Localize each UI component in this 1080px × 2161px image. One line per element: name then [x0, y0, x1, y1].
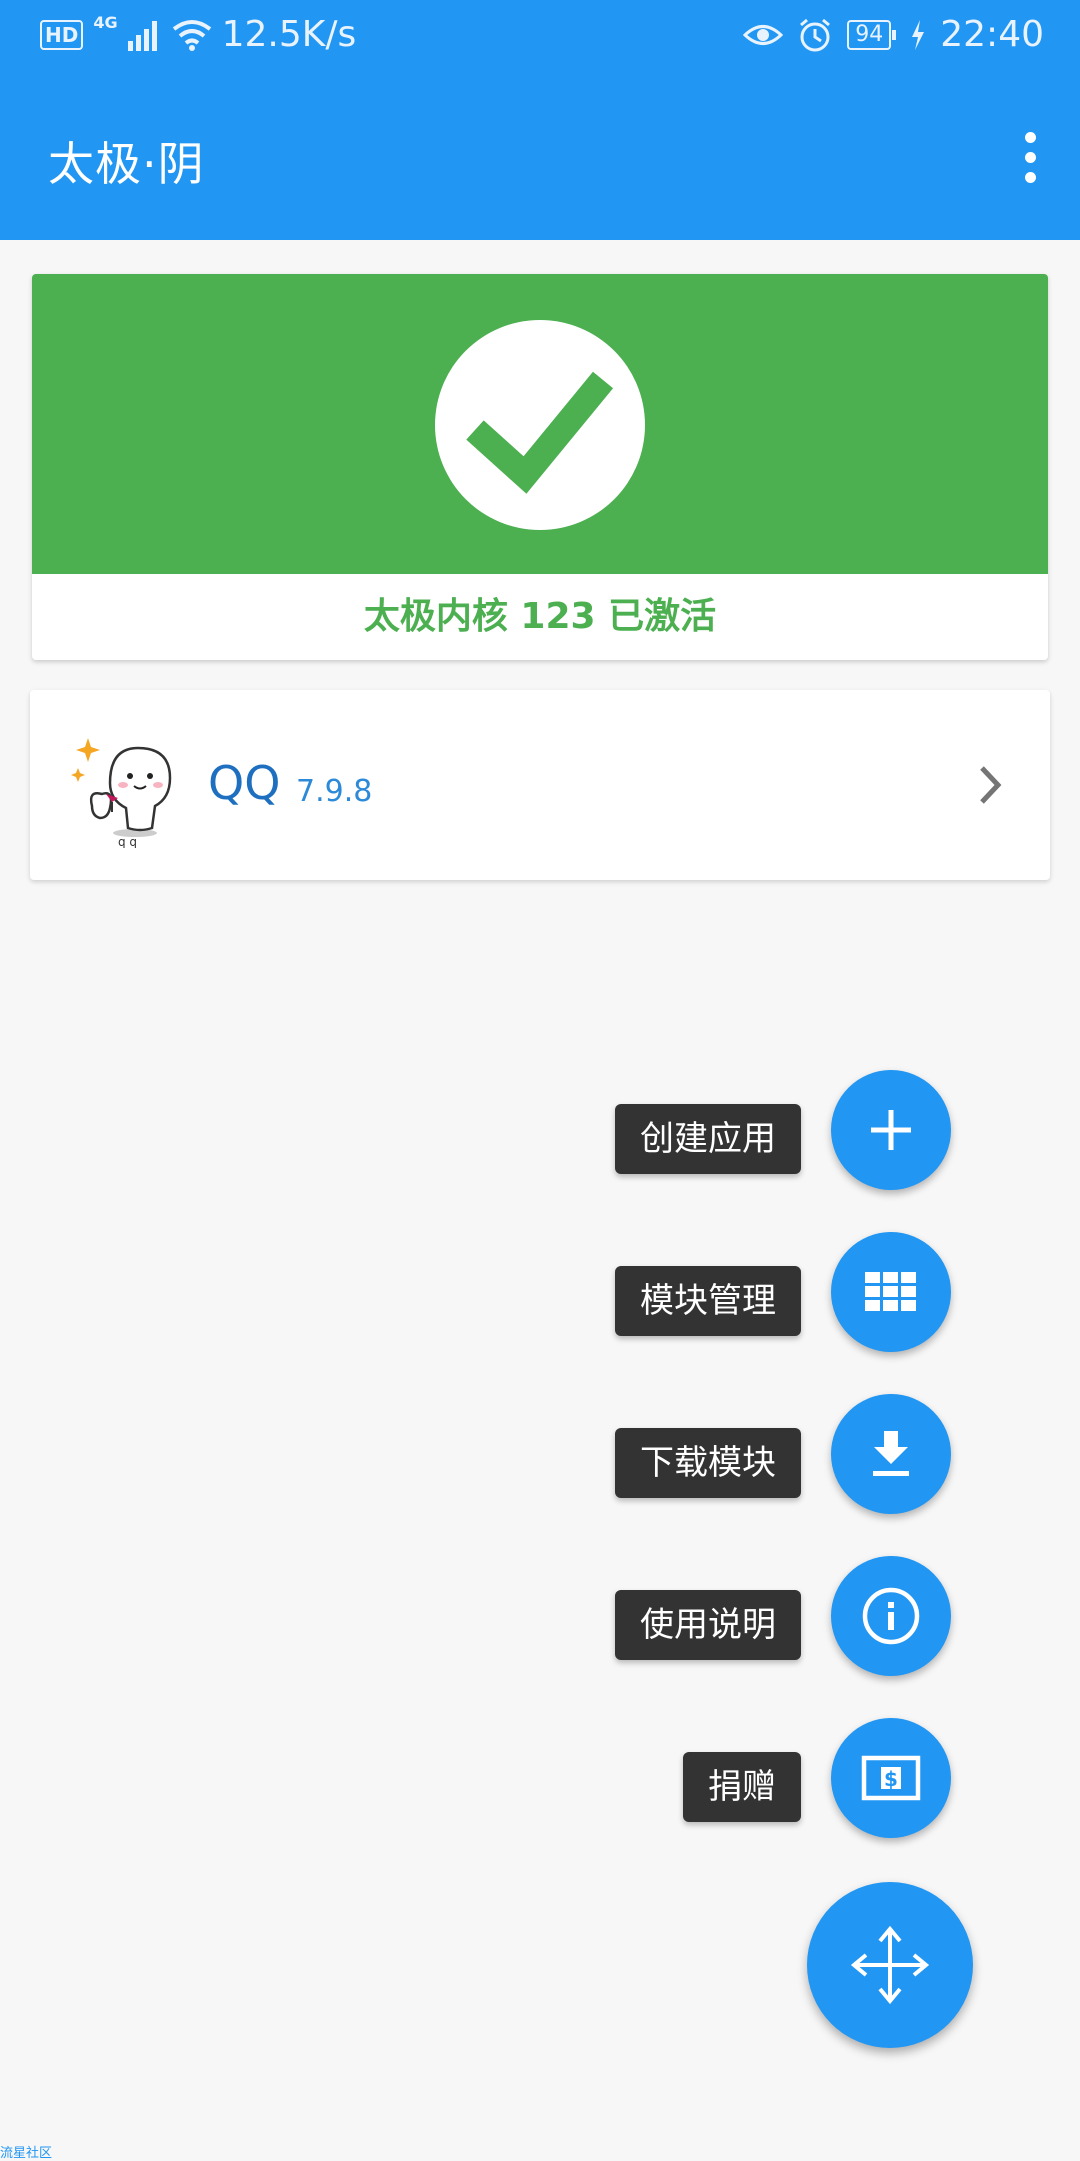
- grid-icon[interactable]: [831, 1232, 951, 1352]
- qq-app-icon: q q: [71, 738, 172, 848]
- app-title: 太极·阴: [48, 137, 205, 191]
- checkmark-icon: [466, 371, 614, 494]
- status-bar: HD 4G 12.5K/s 94 22:40: [0, 0, 1080, 72]
- donate-glyph: $: [861, 1755, 921, 1801]
- module-manage-label[interactable]: 模块管理: [615, 1266, 801, 1336]
- battery-icon: 94: [847, 19, 897, 50]
- svg-text:q q: q q: [118, 835, 137, 848]
- fab-item-donate: 捐赠 $: [0, 1718, 951, 1838]
- eye-icon: [743, 24, 784, 45]
- download-icon[interactable]: [831, 1394, 951, 1514]
- menu-dot: [1024, 151, 1036, 163]
- watermark: 流星社区: [0, 2146, 53, 2161]
- network-speed: 12.5K/s: [221, 14, 357, 55]
- move-glyph: [850, 1925, 930, 2005]
- status-banner: [32, 274, 1048, 574]
- battery-level: 94: [847, 19, 892, 50]
- menu-dot: [1024, 171, 1036, 183]
- signal-icon: [127, 20, 157, 51]
- download-glyph: [873, 1431, 909, 1476]
- info-icon[interactable]: [831, 1556, 951, 1676]
- fab-item-module-manage: 模块管理: [0, 1232, 951, 1352]
- activation-status-text: 太极内核 123 已激活: [363, 596, 717, 637]
- network-type: 4G: [93, 13, 118, 32]
- status-bar-left: HD 4G 12.5K/s: [40, 13, 357, 55]
- add-icon[interactable]: [831, 1070, 951, 1190]
- status-bar-right: 94 22:40: [743, 14, 1044, 55]
- fab-item-download-module: 下载模块: [0, 1394, 951, 1514]
- hd-badge: HD: [40, 19, 84, 50]
- battery-tip: [892, 29, 897, 40]
- instructions-label[interactable]: 使用说明: [615, 1590, 801, 1660]
- app-bar: 太极·阴: [0, 72, 1080, 240]
- create-app-label[interactable]: 创建应用: [615, 1104, 801, 1174]
- check-circle-icon: [435, 320, 645, 530]
- more-vert-icon[interactable]: [1010, 122, 1050, 192]
- download-module-label[interactable]: 下载模块: [615, 1428, 801, 1498]
- move-arrows-icon[interactable]: [807, 1882, 973, 2048]
- svg-text:$: $: [884, 1767, 898, 1791]
- fab-item-instructions: 使用说明: [0, 1556, 951, 1676]
- info-glyph: [862, 1587, 920, 1645]
- wifi-icon: [172, 19, 211, 51]
- app-list-item[interactable]: q q QQ 7.9.8: [30, 690, 1050, 880]
- menu-dot: [1024, 131, 1036, 143]
- app-version: 7.9.8: [296, 774, 373, 809]
- donate-icon[interactable]: $: [831, 1718, 951, 1838]
- alarm-icon: [800, 18, 831, 51]
- charging-icon: [912, 19, 925, 50]
- clock: 22:40: [940, 14, 1044, 55]
- donate-label[interactable]: 捐赠: [683, 1752, 801, 1822]
- app-name: QQ: [208, 756, 281, 810]
- fab-item-create-app: 创建应用: [0, 1070, 951, 1190]
- activation-status-card: 太极内核 123 已激活: [32, 274, 1048, 660]
- grid-glyph: [865, 1272, 916, 1311]
- chevron-right-icon: [980, 766, 1002, 804]
- plus-glyph: [871, 1110, 911, 1150]
